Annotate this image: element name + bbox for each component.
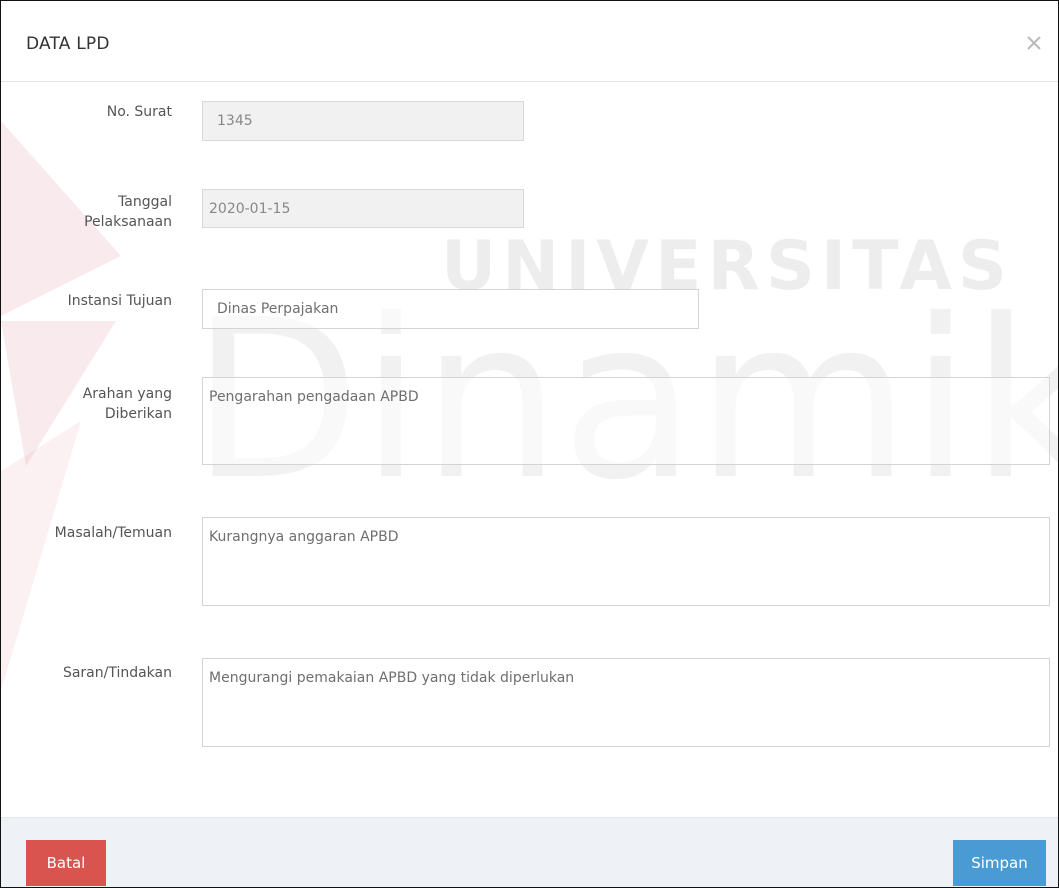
arahan-label-line2: Diberikan	[104, 406, 172, 422]
instansi-tujuan-label: Instansi Tujuan	[26, 291, 172, 311]
close-button[interactable]	[1022, 31, 1046, 55]
instansi-tujuan-label-text: Instansi Tujuan	[67, 293, 172, 309]
instansi-tujuan-field[interactable]	[202, 289, 699, 329]
close-icon	[1027, 36, 1041, 50]
no-surat-field[interactable]	[202, 101, 524, 141]
modal-title: DATA LPD	[26, 34, 110, 54]
saran-textarea[interactable]: Mengurangi pemakaian APBD yang tidak dip…	[202, 658, 1050, 747]
tanggal-pelaksanaan-label: Tanggal Pelaksanaan	[26, 192, 172, 232]
lpd-modal: UNIVERSITAS Dinamika DATA LPD No. Surat …	[0, 0, 1059, 888]
no-surat-label: No. Surat	[26, 102, 172, 122]
tanggal-pelaksanaan-field[interactable]	[202, 189, 524, 228]
save-button[interactable]: Simpan	[953, 840, 1046, 886]
tanggal-pelaksanaan-label-line2: Pelaksanaan	[84, 214, 172, 230]
watermark-emblem-low	[1, 421, 81, 691]
masalah-label: Masalah/Temuan	[26, 523, 172, 543]
saran-label: Saran/Tindakan	[26, 663, 172, 683]
modal-header: DATA LPD	[1, 1, 1058, 82]
cancel-button[interactable]: Batal	[26, 840, 106, 886]
arahan-label: Arahan yang Diberikan	[26, 384, 172, 424]
tanggal-pelaksanaan-label-line1: Tanggal	[118, 194, 172, 210]
masalah-label-text: Masalah/Temuan	[54, 525, 172, 541]
arahan-label-line1: Arahan yang	[82, 386, 172, 402]
saran-label-text: Saran/Tindakan	[62, 665, 172, 681]
masalah-textarea[interactable]: Kurangnya anggaran APBD	[202, 517, 1050, 606]
no-surat-label-text: No. Surat	[106, 104, 172, 120]
arahan-textarea[interactable]: Pengarahan pengadaan APBD	[202, 377, 1050, 465]
modal-footer: Batal Simpan	[1, 817, 1058, 887]
